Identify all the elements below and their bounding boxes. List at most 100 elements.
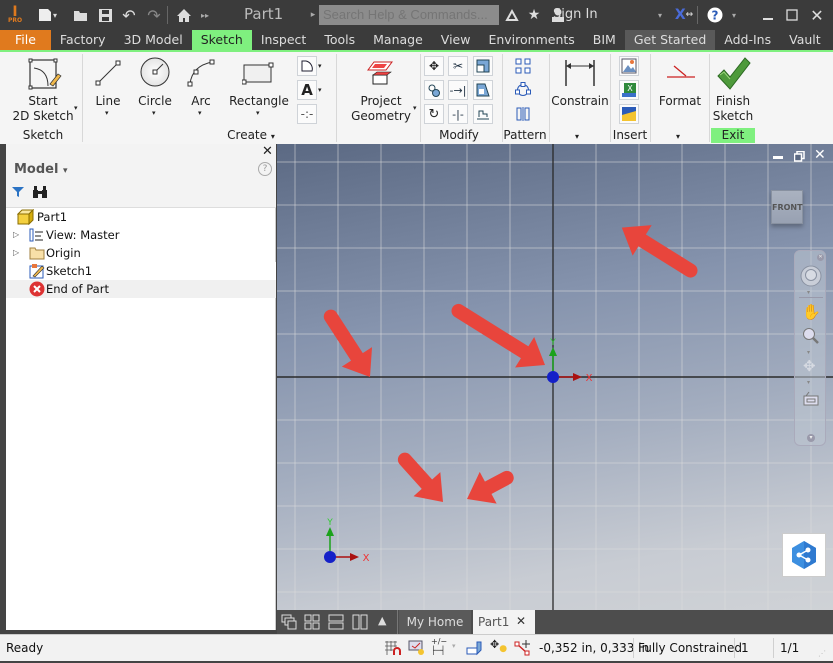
snap-to-grid-icon[interactable] — [384, 640, 402, 656]
mirror-button[interactable] — [513, 104, 533, 124]
dropdown-arrow-icon[interactable]: ▾ — [452, 642, 456, 650]
dropdown-arrow-icon[interactable]: ▾ — [807, 349, 810, 356]
pan-hand-icon[interactable]: ✋ — [802, 303, 821, 321]
navbar-customize-icon[interactable]: ▾ — [807, 434, 815, 442]
home-icon[interactable] — [175, 5, 193, 25]
group-label-create[interactable]: Create ▾ — [226, 128, 276, 142]
tree-item-view-master[interactable]: ▷ View: Master — [6, 226, 276, 244]
help-icon[interactable]: ? — [706, 5, 724, 25]
tree-item-end-of-part[interactable]: End of Part — [6, 280, 276, 298]
graphics-viewport[interactable]: Y X Y X ✕ FRONT ✕ ▾ ✋ ▾ ✥ ▾ ▾ — [277, 144, 833, 610]
rectangle-button[interactable]: Rectangle ▾ — [228, 54, 290, 122]
constrain-button[interactable]: Constrain ▾ — [551, 54, 609, 141]
tab-manage[interactable]: Manage — [364, 30, 432, 50]
close-tab-icon[interactable]: ✕ — [516, 614, 526, 628]
find-binoculars-icon[interactable] — [32, 185, 48, 199]
sign-in-button[interactable]: Sign In — [553, 7, 598, 22]
circular-pattern-button[interactable] — [513, 80, 533, 100]
new-file-icon[interactable]: ▾ — [36, 5, 58, 25]
model-panel-title[interactable]: Model ▾ — [14, 162, 68, 177]
zoom-magnifier-icon[interactable] — [802, 327, 820, 345]
text-dropdown-icon[interactable]: ▾ — [318, 86, 322, 94]
point-button[interactable]: -:- — [297, 104, 317, 124]
tile-horizontal-icon[interactable] — [328, 614, 344, 630]
redo-icon[interactable]: ↷ — [145, 5, 163, 25]
tile-vertical-icon[interactable] — [352, 614, 368, 630]
window-list-icon[interactable]: ▲ — [378, 614, 386, 627]
finish-sketch-button[interactable]: Finish Sketch — [711, 54, 755, 126]
arc-button[interactable]: Arc ▾ — [183, 54, 219, 122]
tab-environments[interactable]: Environments — [479, 30, 583, 50]
minimize-window-button[interactable] — [760, 5, 776, 25]
more-tabs-icon[interactable]: ▸▸ — [830, 30, 833, 50]
orbit-icon[interactable]: ✥ — [803, 357, 816, 375]
viewcube[interactable]: FRONT — [771, 190, 803, 224]
tab-factory[interactable]: Factory — [51, 30, 115, 50]
open-folder-icon[interactable] — [72, 5, 90, 25]
viewport-restore-icon[interactable] — [794, 151, 805, 162]
format-button[interactable]: Format ▾ — [652, 54, 708, 141]
undo-icon[interactable]: ↶ — [120, 5, 138, 25]
expand-icon[interactable]: ▷ — [13, 226, 19, 244]
close-panel-icon[interactable]: ✕ — [262, 144, 273, 159]
tab-part1[interactable]: Part1 ✕ — [473, 610, 535, 634]
filter-icon[interactable] — [11, 186, 25, 198]
trim-button[interactable]: ✂ — [448, 56, 468, 76]
copy-button[interactable] — [424, 80, 444, 100]
rectangular-pattern-button[interactable] — [513, 56, 533, 76]
viewport-close-icon[interactable]: ✕ — [814, 147, 826, 163]
fillet-dropdown-icon[interactable]: ▾ — [318, 62, 322, 70]
insert-image-button[interactable] — [619, 56, 639, 76]
start-2d-sketch-button[interactable]: Start 2D Sketch ▾ — [8, 54, 80, 123]
autodesk-exchange-icon[interactable]: X ↔ — [673, 5, 695, 25]
text-button[interactable]: A — [297, 80, 317, 100]
stretch-button[interactable] — [473, 80, 493, 100]
insert-acad-button[interactable] — [619, 104, 639, 124]
tab-vault[interactable]: Vault — [780, 30, 830, 50]
search-help-input[interactable] — [319, 5, 499, 25]
expand-icon[interactable]: ▷ — [13, 244, 19, 262]
steering-wheel-icon[interactable] — [800, 265, 822, 287]
extend-button[interactable]: -→| — [448, 80, 468, 100]
tile-windows-icon[interactable] — [304, 614, 320, 630]
save-icon[interactable] — [96, 5, 114, 25]
expand-arrow-icon[interactable]: ▸ — [309, 5, 317, 25]
tab-tools[interactable]: Tools — [315, 30, 364, 50]
tab-sketch[interactable]: Sketch — [191, 30, 252, 50]
show-constraints-icon[interactable] — [408, 639, 426, 657]
show-dof-glyph-icon[interactable] — [514, 639, 532, 657]
insert-excel-points-button[interactable]: X — [619, 80, 639, 100]
tab-my-home[interactable]: My Home — [399, 610, 471, 634]
overflow-icon[interactable]: ▸▸ — [200, 5, 210, 25]
split-button[interactable]: -|- — [448, 104, 468, 124]
show-dof-icon[interactable]: +/− ├─┤ — [431, 637, 447, 655]
tree-item-part1[interactable]: Part1 — [6, 208, 276, 226]
maximize-window-button[interactable] — [784, 5, 800, 25]
tree-item-origin[interactable]: ▷ Origin — [6, 244, 276, 262]
tab-file[interactable]: File — [0, 30, 51, 50]
tab-3d-model[interactable]: 3D Model — [115, 30, 192, 50]
tree-item-sketch1[interactable]: Sketch1 — [6, 262, 276, 280]
navbar-close-icon[interactable]: ✕ — [817, 254, 824, 261]
help-icon[interactable]: ? — [258, 162, 272, 176]
offset-button[interactable] — [473, 104, 493, 124]
line-button[interactable]: Line ▾ — [88, 54, 128, 122]
dropdown-arrow-icon[interactable]: ▾ — [807, 289, 810, 296]
shared-views-button[interactable] — [782, 533, 826, 577]
communication-center-icon[interactable] — [504, 5, 520, 25]
inventor-pro-icon[interactable]: I PRO — [6, 5, 24, 25]
scale-button[interactable] — [473, 56, 493, 76]
show-all-constraints-icon[interactable]: ✥ ● — [490, 638, 507, 654]
sign-in-dropdown-icon[interactable]: ▾ — [655, 5, 665, 25]
look-at-icon[interactable] — [802, 391, 820, 407]
circle-button[interactable]: Circle ▾ — [134, 54, 176, 122]
project-geometry-button[interactable]: Project Geometry ▾ — [345, 54, 417, 124]
dropdown-arrow-icon[interactable]: ▾ — [807, 379, 810, 386]
close-window-button[interactable]: ✕ — [808, 5, 826, 25]
fillet-button[interactable] — [297, 56, 317, 76]
tab-view[interactable]: View — [432, 30, 480, 50]
tab-add-ins[interactable]: Add-Ins — [715, 30, 780, 50]
move-button[interactable]: ✥ — [424, 56, 444, 76]
tab-get-started[interactable]: Get Started — [624, 30, 716, 50]
slice-graphics-icon[interactable] — [465, 640, 483, 656]
